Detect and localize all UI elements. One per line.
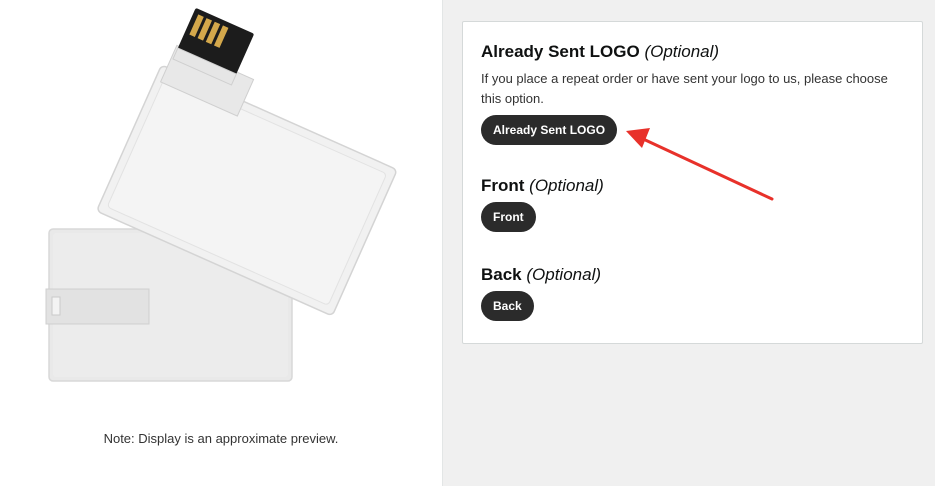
usb-card-preview-image: [45, 8, 397, 382]
option-back: Back (Optional) Back: [481, 265, 601, 321]
optional-label: (Optional): [644, 42, 720, 61]
options-pane: Already Sent LOGO (Optional) If you plac…: [442, 0, 935, 486]
option-title: Back (Optional): [481, 265, 601, 285]
preview-pane: Note: Display is an approximate preview.: [0, 0, 442, 486]
option-title-text: Back: [481, 265, 522, 284]
back-button[interactable]: Back: [481, 291, 534, 321]
option-already-sent-logo: Already Sent LOGO (Optional) If you plac…: [481, 42, 901, 145]
option-title: Already Sent LOGO (Optional): [481, 42, 901, 62]
optional-label: (Optional): [529, 176, 604, 195]
option-title-text: Front: [481, 176, 525, 195]
option-description: If you place a repeat order or have sent…: [481, 71, 888, 106]
option-title-text: Already Sent LOGO: [481, 42, 640, 61]
options-card: Already Sent LOGO (Optional) If you plac…: [462, 21, 923, 344]
front-button[interactable]: Front: [481, 202, 536, 232]
option-front: Front (Optional) Front: [481, 176, 604, 232]
already-sent-logo-button[interactable]: Already Sent LOGO: [481, 115, 618, 145]
optional-label: (Optional): [526, 265, 602, 284]
option-title: Front (Optional): [481, 176, 604, 196]
preview-note: Note: Display is an approximate preview.: [103, 431, 339, 446]
